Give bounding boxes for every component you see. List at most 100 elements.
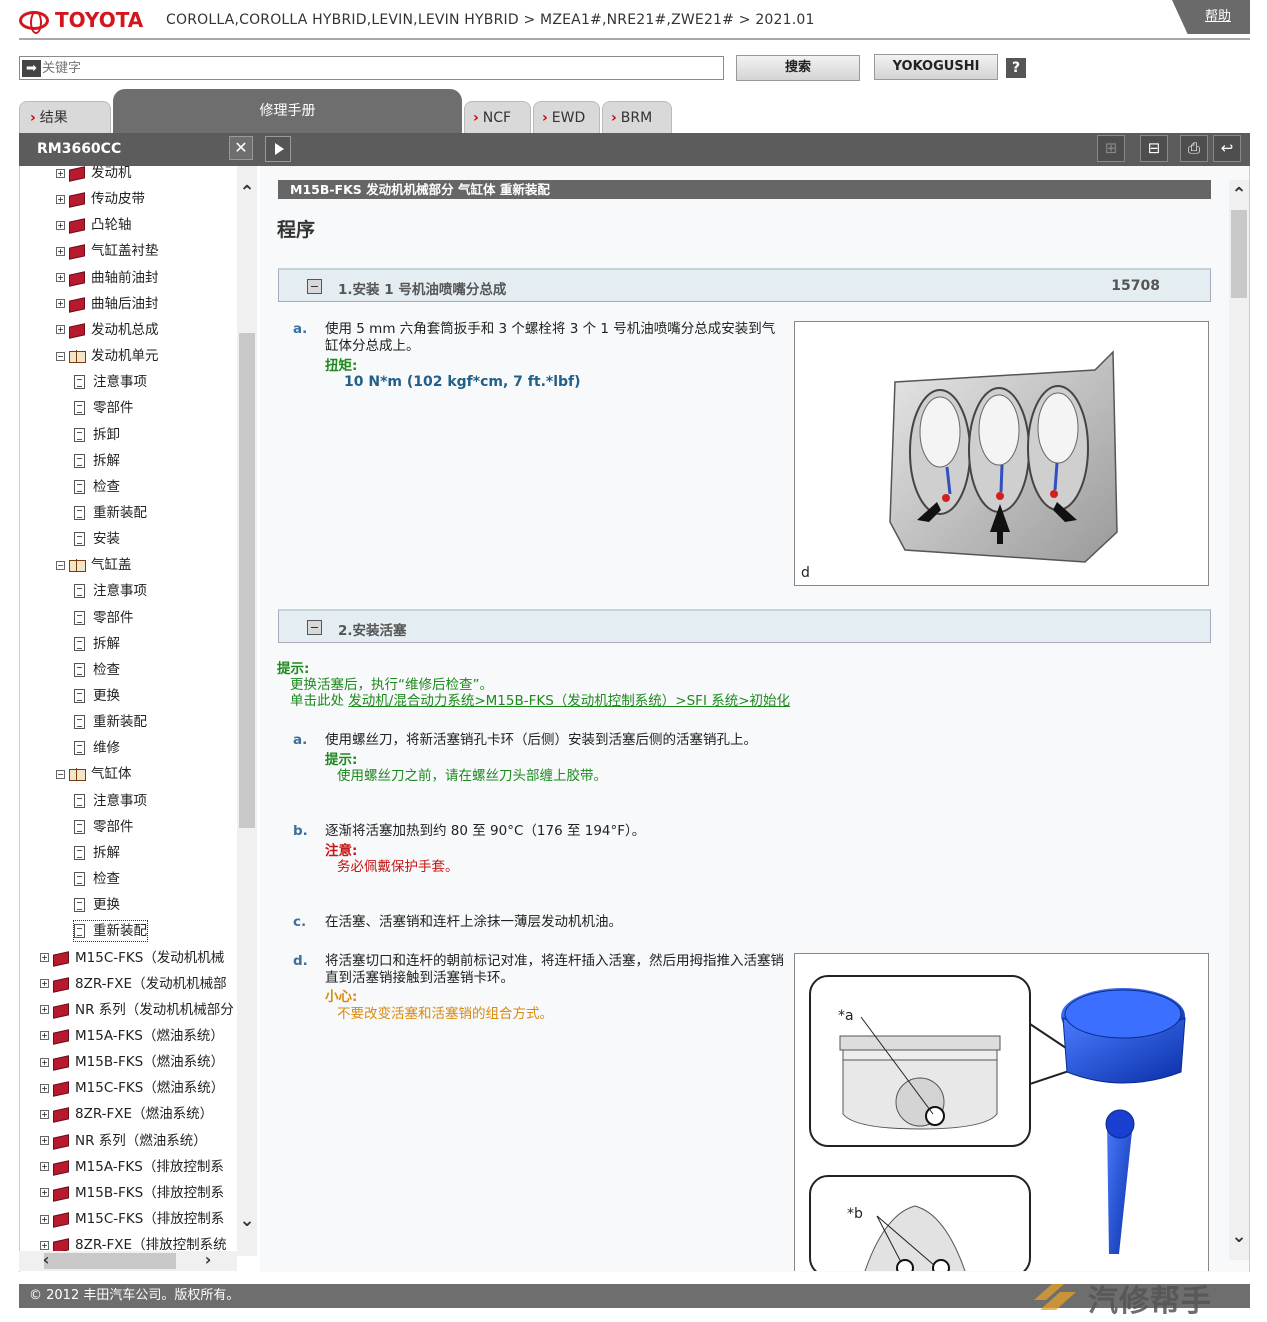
tab-ncf[interactable]: › NCF: [464, 101, 531, 133]
yokogushi-button[interactable]: YOKOGUSHI: [874, 54, 998, 80]
close-icon[interactable]: ✕: [229, 136, 253, 160]
expand-icon[interactable]: +: [56, 168, 65, 178]
search-button[interactable]: 搜索: [736, 55, 860, 81]
search-input[interactable]: [42, 58, 717, 78]
tree-item[interactable]: + M15C-FKS（发动机机械: [40, 947, 224, 969]
search-box[interactable]: ➡: [19, 56, 724, 80]
expand-icon[interactable]: +: [56, 220, 65, 230]
tree-item[interactable]: + 气缸盖衬垫: [56, 240, 159, 262]
expand-icon[interactable]: +: [56, 194, 65, 204]
tree-item[interactable]: + 发动机: [56, 166, 132, 184]
tree-item[interactable]: + 发动机总成: [56, 319, 159, 341]
expand-icon[interactable]: +: [56, 273, 65, 283]
play-icon[interactable]: [265, 136, 291, 162]
tree-item[interactable]: 零部件: [74, 607, 134, 629]
tree-item[interactable]: − 气缸体: [56, 763, 132, 785]
breadcrumb: COROLLA,COROLLA HYBRID,LEVIN,LEVIN HYBRI…: [166, 12, 815, 28]
tree-item[interactable]: +8ZR-FXE（燃油系统）: [40, 1103, 213, 1125]
tree-item[interactable]: + 传动皮带: [56, 188, 145, 210]
tree-item[interactable]: 维修: [74, 737, 120, 759]
expand-icon[interactable]: +: [40, 1005, 49, 1015]
expand-icon[interactable]: +: [40, 953, 49, 962]
tree-item[interactable]: − 气缸盖: [56, 554, 132, 576]
expand-icon[interactable]: +: [40, 1240, 49, 1250]
brand-name: TOYOTA: [55, 8, 144, 32]
tree-item[interactable]: 检查: [74, 868, 120, 890]
initialization-link[interactable]: 发动机/混合动力系统>M15B-FKS（发动机控制系统）>SFI 系统>初始化: [348, 693, 790, 709]
content-scrollbar-thumb[interactable]: [1231, 210, 1247, 298]
tree-item[interactable]: − 发动机单元: [56, 345, 159, 367]
scroll-up-icon[interactable]: ⌃: [1229, 184, 1249, 205]
collapse-icon[interactable]: [307, 279, 322, 294]
expand-icon[interactable]: +: [56, 325, 65, 335]
scroll-down-icon[interactable]: ⌄: [237, 1210, 257, 1231]
expand-icon[interactable]: +: [40, 979, 49, 989]
print-icon[interactable]: ⎙: [1180, 135, 1208, 162]
tree-item[interactable]: + 凸轮轴: [56, 214, 132, 236]
tree-item[interactable]: 注意事项: [74, 371, 147, 393]
tree-item[interactable]: + M15A-FKS（燃油系统）: [40, 1025, 224, 1047]
expand-icon[interactable]: +: [40, 1031, 49, 1041]
tab-manual[interactable]: 修理手册: [113, 89, 462, 133]
tree-item[interactable]: 注意事项: [74, 580, 147, 602]
collapse-icon[interactable]: [307, 620, 322, 635]
caution-label: 小心:: [325, 989, 358, 1005]
tree-item[interactable]: 拆解: [74, 633, 120, 655]
expand-icon[interactable]: +: [40, 1188, 49, 1198]
tree-item[interactable]: 零部件: [74, 397, 134, 419]
tree-item[interactable]: 零部件: [74, 816, 134, 838]
tree-item[interactable]: 拆解: [74, 450, 120, 472]
tree-item[interactable]: 安装: [74, 528, 120, 550]
tree-item[interactable]: 更换: [74, 685, 120, 707]
tree-item[interactable]: + M15B-FKS（燃油系统）: [40, 1051, 224, 1073]
collapse-icon[interactable]: −: [56, 560, 65, 570]
tree-item[interactable]: 拆卸: [74, 424, 120, 446]
step-2-header[interactable]: 2.安装活塞: [278, 609, 1211, 643]
tab-brm[interactable]: › BRM: [602, 101, 672, 133]
scroll-down-icon[interactable]: ⌄: [1229, 1226, 1249, 1247]
tree-item[interactable]: +8ZR-FXE（发动机机械部: [40, 973, 227, 995]
expand-icon[interactable]: +: [56, 246, 65, 256]
tree-item[interactable]: + NR 系列（发动机机械部分: [40, 999, 234, 1021]
expand-icon[interactable]: +: [40, 1136, 49, 1146]
scroll-left-icon[interactable]: ‹: [36, 1250, 56, 1269]
tab-ewd[interactable]: › EWD: [533, 101, 600, 133]
caution-text: 不要改变活塞和活塞销的组合方式。: [337, 1006, 553, 1022]
tree-item[interactable]: 重新装配: [73, 920, 148, 943]
book-icon: [51, 1029, 71, 1043]
tree-item[interactable]: + M15A-FKS（排放控制系: [40, 1156, 224, 1178]
expand-icon[interactable]: +: [40, 1057, 49, 1067]
tree-item[interactable]: + 曲轴前油封: [56, 267, 159, 289]
step-1-header[interactable]: 1.安装 1 号机油喷嘴分总成 15708: [278, 268, 1211, 302]
tree-item[interactable]: 检查: [74, 659, 120, 681]
back-icon[interactable]: ↩: [1213, 135, 1241, 162]
tree-item[interactable]: + M15C-FKS（燃油系统）: [40, 1077, 224, 1099]
tree-item[interactable]: 重新装配: [74, 711, 147, 733]
scroll-right-icon[interactable]: ›: [198, 1250, 218, 1269]
tree-item[interactable]: + NR 系列（燃油系统）: [40, 1130, 207, 1152]
expand-icon[interactable]: +: [56, 299, 65, 309]
tree-item[interactable]: + M15B-FKS（排放控制系: [40, 1182, 224, 1204]
expand-all-icon[interactable]: ⊞: [1097, 135, 1125, 162]
expand-icon[interactable]: +: [40, 1109, 49, 1119]
tree-item[interactable]: + 曲轴后油封: [56, 293, 159, 315]
content-scrollbar[interactable]: [1229, 180, 1249, 1260]
question-icon[interactable]: ?: [1006, 58, 1026, 78]
toc-hscrollbar-thumb[interactable]: [44, 1253, 176, 1269]
collapse-all-icon[interactable]: ⊟: [1140, 135, 1168, 162]
tree-item[interactable]: 拆解: [74, 842, 120, 864]
tree-item[interactable]: 检查: [74, 476, 120, 498]
scroll-up-icon[interactable]: ⌃: [237, 182, 257, 203]
expand-icon[interactable]: +: [40, 1214, 49, 1224]
tree-item[interactable]: 重新装配: [74, 502, 147, 524]
expand-icon[interactable]: +: [40, 1162, 49, 1172]
tree-item[interactable]: 注意事项: [74, 790, 147, 812]
tree-item[interactable]: + M15C-FKS（排放控制系: [40, 1208, 224, 1230]
expand-icon[interactable]: +: [40, 1083, 49, 1093]
collapse-icon[interactable]: −: [56, 769, 65, 779]
toc-scrollbar-thumb[interactable]: [239, 333, 255, 828]
collapse-icon[interactable]: −: [56, 351, 65, 361]
tree-item[interactable]: 更换: [74, 894, 120, 916]
tab-results[interactable]: › 结果: [19, 101, 111, 133]
help-button[interactable]: 帮助: [1172, 0, 1250, 34]
